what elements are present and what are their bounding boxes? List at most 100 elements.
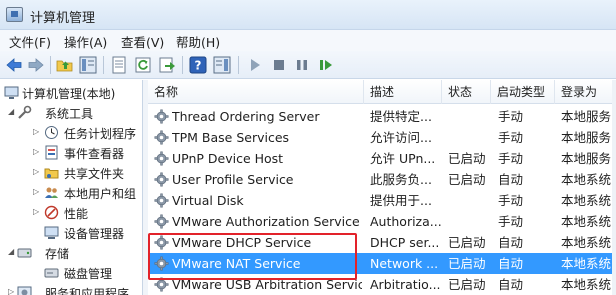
service-log-on-as: 本地服务 <box>561 151 612 166</box>
pause-service-icon[interactable] <box>293 56 311 74</box>
table-row[interactable]: UPnP Device Host 允许 UPn... 已启动 手动 本地服务 <box>148 148 616 169</box>
service-name: User Profile Service <box>172 172 294 187</box>
service-startup-type: 手动 <box>498 151 524 166</box>
service-name: Virtual Disk <box>172 193 244 208</box>
expand-icon[interactable]: ▷ <box>33 147 42 156</box>
expand-icon[interactable]: ▷ <box>8 287 17 295</box>
service-gear-icon <box>154 256 169 271</box>
column-header-status[interactable]: 状态 <box>442 80 491 104</box>
service-description: 允许 UPn... <box>370 151 436 166</box>
column-header-description[interactable]: 描述 <box>364 80 442 104</box>
expand-icon[interactable]: ▷ <box>33 187 42 196</box>
resume-service-icon[interactable] <box>317 56 335 74</box>
service-startup-type: 手动 <box>498 130 524 145</box>
service-startup-type: 自动 <box>498 235 524 250</box>
service-log-on-as: 本地服务 <box>561 130 612 145</box>
column-header-log-on-as[interactable]: 登录为 <box>555 80 616 104</box>
services-list: 名称 描述 状态 启动类型 登录为 Thread Ordering Server… <box>148 80 616 295</box>
back-icon[interactable] <box>5 56 23 74</box>
tools-icon <box>18 105 32 119</box>
tree-item-label: 计算机管理(本地) <box>22 87 116 101</box>
service-status: 已启动 <box>448 277 486 292</box>
tree-item-label: 磁盘管理 <box>64 267 113 281</box>
service-startup-type: 手动 <box>498 109 524 124</box>
stop-service-icon[interactable] <box>270 56 288 74</box>
tree-item-label: 性能 <box>64 207 89 221</box>
service-log-on-as: 本地系统 <box>561 172 612 187</box>
column-header-startup-type[interactable]: 启动类型 <box>491 80 555 104</box>
collapse-icon[interactable]: ◢ <box>8 107 17 116</box>
service-gear-icon <box>154 193 169 208</box>
toolbar: ? <box>0 51 616 79</box>
properties-icon[interactable] <box>110 56 128 74</box>
menu-action[interactable]: 操作(A) <box>64 32 107 51</box>
menu-help[interactable]: 帮助(H) <box>176 32 220 51</box>
service-gear-icon <box>154 277 169 292</box>
list-header: 名称 描述 状态 启动类型 登录为 <box>148 80 616 104</box>
refresh-icon[interactable] <box>134 56 152 74</box>
service-description: Network ... <box>370 256 439 271</box>
table-row[interactable]: User Profile Service 此服务负... 已启动 自动 本地系统 <box>148 169 616 190</box>
clock-icon <box>45 126 58 139</box>
service-description: 提供用于... <box>370 193 432 208</box>
shared-folder-icon <box>44 168 59 179</box>
service-log-on-as: 本地服务 <box>561 109 612 124</box>
performance-icon <box>44 205 59 220</box>
table-row[interactable]: Virtual Disk 提供用于... 手动 本地系统 <box>148 190 616 211</box>
service-startup-type: 手动 <box>498 193 524 208</box>
expand-icon[interactable]: ▷ <box>33 207 42 216</box>
service-name: TPM Base Services <box>172 130 290 145</box>
show-hide-action-pane-icon[interactable] <box>213 56 231 74</box>
window-title: 计算机管理 <box>30 11 96 26</box>
export-list-icon[interactable] <box>158 56 176 74</box>
toolbar-separator <box>182 56 183 74</box>
table-row[interactable]: VMware Authorization Service Authoriza...… <box>148 211 616 232</box>
toolbar-separator <box>103 56 104 74</box>
service-startup-type: 自动 <box>498 256 524 271</box>
show-hide-tree-icon[interactable] <box>79 56 97 74</box>
service-name: VMware DHCP Service <box>172 235 312 250</box>
navigation-tree: 计算机管理(本地) ◢ 系统工具 ▷ 任务计划程序 ▷ 事件查看器 ▷ 共享文件… <box>0 80 143 295</box>
service-name: Thread Ordering Server <box>172 109 320 124</box>
service-gear-icon <box>154 109 169 124</box>
up-folder-icon[interactable] <box>56 56 74 74</box>
service-status <box>448 127 494 148</box>
menu-view[interactable]: 查看(V) <box>121 32 164 51</box>
service-name: VMware NAT Service <box>172 256 301 271</box>
expand-icon[interactable]: ▷ <box>33 127 42 136</box>
table-row[interactable]: VMware DHCP Service DHCP ser... 已启动 自动 本地系统 <box>148 232 616 253</box>
service-status: 已启动 <box>448 256 486 271</box>
column-header-name[interactable]: 名称 <box>148 80 364 104</box>
collapse-icon[interactable]: ◢ <box>8 247 17 256</box>
toolbar-separator <box>238 56 239 74</box>
title-bar: 计算机管理 <box>0 0 616 30</box>
tree-item-label: 系统工具 <box>45 107 94 121</box>
table-row[interactable]: TPM Base Services 允许访问... 手动 本地服务 <box>148 127 616 148</box>
tree-item-label: 任务计划程序 <box>64 127 137 141</box>
tree-item-label: 存储 <box>45 247 70 261</box>
service-gear-icon <box>154 235 169 250</box>
storage-icon <box>17 248 32 258</box>
event-viewer-icon <box>45 145 58 160</box>
expand-icon[interactable]: ▷ <box>33 167 42 176</box>
service-status: 已启动 <box>448 151 486 166</box>
service-description: Arbitratio... <box>370 277 441 292</box>
table-row[interactable]: VMware USB Arbitration Service Arbitratio… <box>148 274 616 295</box>
scrollbar[interactable] <box>612 80 616 295</box>
forward-icon[interactable] <box>27 56 45 74</box>
menu-file[interactable]: 文件(F) <box>9 32 51 51</box>
tree-item-label: 本地用户和组 <box>64 187 137 201</box>
service-log-on-as: 本地系统 <box>561 277 612 292</box>
service-status: 已启动 <box>448 172 486 187</box>
service-name: VMware USB Arbitration Service <box>172 277 362 292</box>
table-row[interactable]: VMware NAT Service Network ... 已启动 自动 本地系统 <box>148 253 616 274</box>
toolbar-separator <box>50 56 51 74</box>
help-icon[interactable]: ? <box>189 56 207 74</box>
table-row[interactable]: Thread Ordering Server 提供特定... 手动 本地服务 <box>148 106 616 127</box>
svg-text:?: ? <box>195 59 202 73</box>
service-log-on-as: 本地系统 <box>561 235 612 250</box>
services-apps-icon <box>17 286 32 295</box>
service-log-on-as: 本地系统 <box>561 214 612 229</box>
start-service-icon[interactable] <box>246 56 264 74</box>
computer-icon <box>4 86 19 99</box>
